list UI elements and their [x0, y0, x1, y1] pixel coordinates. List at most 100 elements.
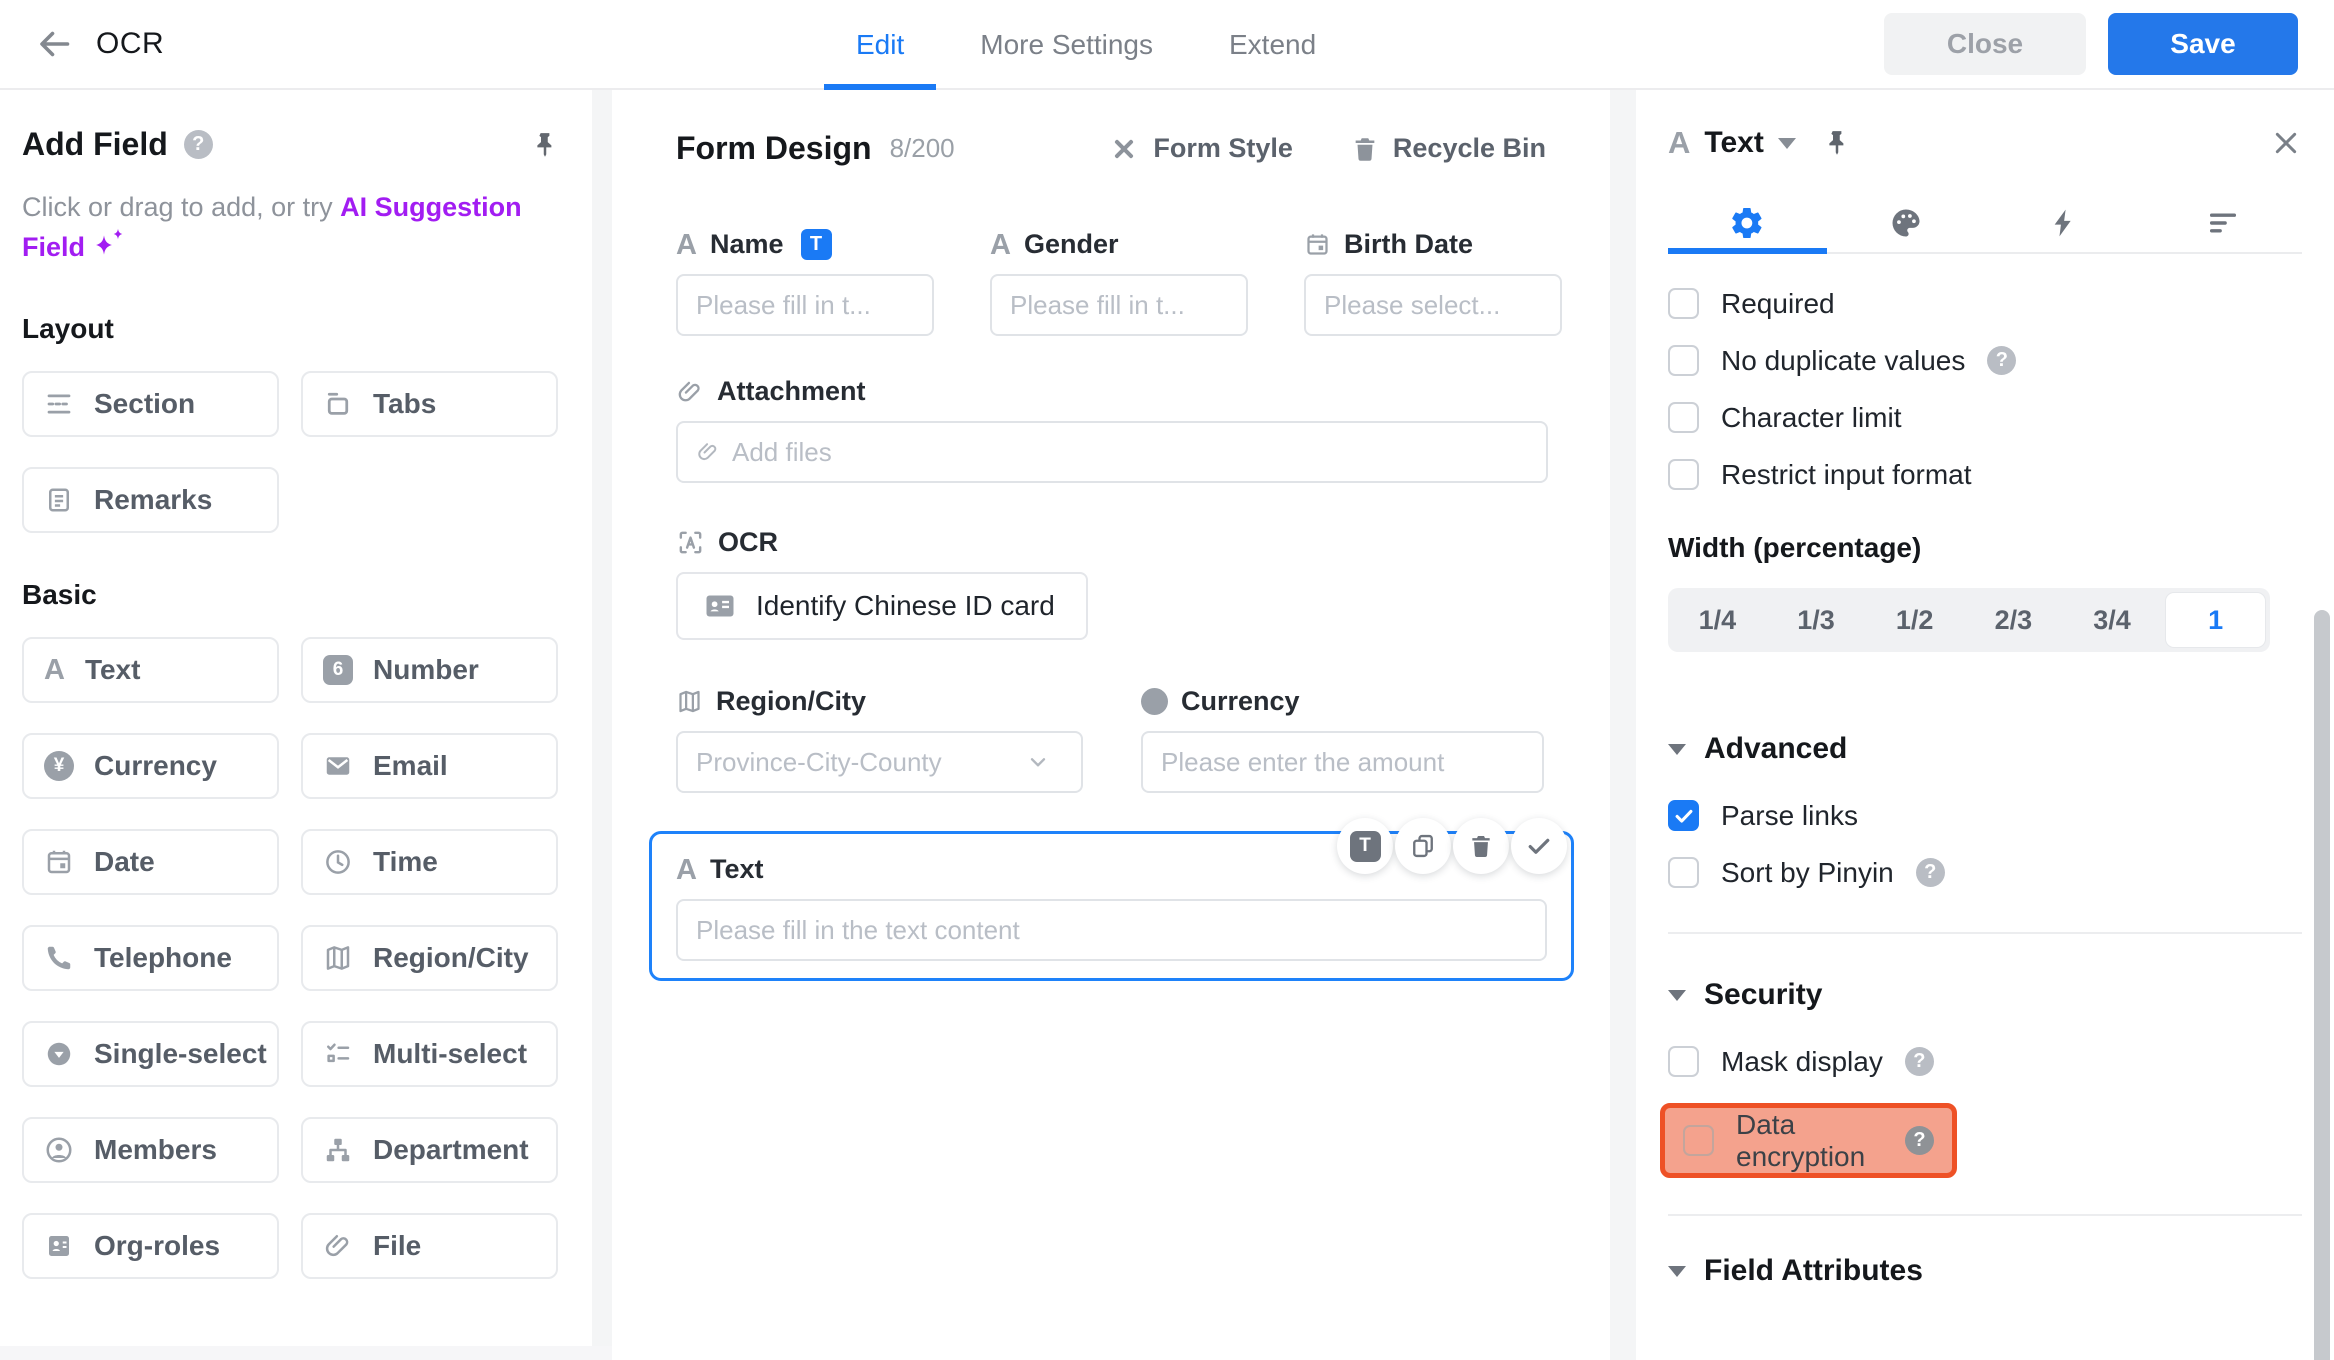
form-style-button[interactable]: Form Style — [1109, 133, 1293, 164]
tab-style-settings[interactable] — [1827, 194, 1986, 252]
chevron-down-icon[interactable] — [1777, 137, 1796, 149]
name-input[interactable]: Please fill in t... — [676, 274, 934, 336]
section-title-layout: Layout — [22, 313, 114, 344]
caret-down-icon — [1668, 743, 1686, 755]
tools-icon — [1109, 134, 1139, 164]
form-field-ocr[interactable]: OCR Identify Chinese ID card — [676, 527, 1546, 640]
field-type-file[interactable]: File — [301, 1213, 558, 1279]
currency-input[interactable]: Please enter the amount — [1141, 731, 1544, 793]
selected-text-field[interactable]: T A Text Please fill in the text content — [649, 818, 1574, 981]
required-checkbox[interactable] — [1668, 288, 1699, 319]
advanced-section-header[interactable]: Advanced — [1668, 732, 2302, 766]
tab-basic-settings[interactable] — [1668, 194, 1827, 254]
field-type-tabs[interactable]: Tabs — [301, 371, 558, 437]
highlight-annotation: Data encryption? — [1660, 1103, 1957, 1178]
palette-grid-basic: A Text 6 Number ¥ Currency Email Date Time Teleph… — [22, 637, 560, 1279]
width-option-1[interactable]: 1 — [2166, 593, 2266, 647]
tab-extend[interactable]: Extend — [1229, 0, 1316, 90]
single-icon — [44, 1039, 74, 1069]
form-design-canvas: Form Design 8/200 Form Style Recycle Bin… — [612, 90, 1610, 1360]
parse-links-checkbox[interactable] — [1668, 800, 1699, 831]
field-type-label: Section — [94, 388, 196, 419]
help-icon[interactable]: ? — [1915, 858, 1945, 887]
field-type-multi-select[interactable]: Multi-select — [301, 1021, 558, 1087]
birth-date-input[interactable]: Please select... — [1304, 274, 1562, 336]
region-select[interactable]: Province-City-County — [676, 731, 1083, 793]
data-encryption-checkbox[interactable] — [1683, 1125, 1714, 1156]
field-type-region-city[interactable]: Region/City — [301, 925, 558, 991]
tab-more-settings[interactable]: More Settings — [980, 0, 1153, 90]
delete-field-button[interactable] — [1453, 818, 1509, 874]
field-count: 8/200 — [889, 133, 955, 163]
sort-by-pinyin-checkbox[interactable] — [1668, 857, 1699, 888]
help-icon[interactable]: ? — [1987, 346, 2017, 375]
close-button[interactable]: Close — [1884, 13, 2086, 75]
tab-events-settings[interactable] — [1985, 194, 2144, 252]
text-input[interactable]: Please fill in the text content — [676, 899, 1547, 961]
field-type-email[interactable]: Email — [301, 733, 558, 799]
form-field-gender[interactable]: A Gender Please fill in t... — [990, 229, 1248, 336]
field-type-text[interactable]: A Text — [22, 637, 279, 703]
field-type-remarks[interactable]: Remarks — [22, 467, 279, 533]
text-icon: A — [44, 654, 65, 686]
field-type-single-select[interactable]: Single-select — [22, 1021, 279, 1087]
set-title-field-button[interactable]: T — [1337, 818, 1393, 874]
help-icon[interactable]: ? — [1905, 1126, 1934, 1155]
field-type-telephone[interactable]: Telephone — [22, 925, 279, 991]
add-files-input[interactable]: Add files — [676, 421, 1548, 483]
pin-icon[interactable] — [530, 130, 560, 160]
duplicate-field-button[interactable] — [1395, 818, 1451, 874]
scrollbar-thumb[interactable] — [2314, 610, 2330, 1360]
file-icon — [323, 1231, 353, 1261]
recycle-bin-button[interactable]: Recycle Bin — [1351, 133, 1546, 164]
form-field-birth-date[interactable]: Birth Date Please select... — [1304, 229, 1562, 336]
close-icon[interactable] — [2270, 127, 2302, 159]
mask-display-checkbox[interactable] — [1668, 1046, 1699, 1077]
field-type-date[interactable]: Date — [22, 829, 279, 895]
save-button[interactable]: Save — [2108, 13, 2298, 75]
field-type-currency[interactable]: ¥ Currency — [22, 733, 279, 799]
pin-icon[interactable] — [1822, 128, 1852, 158]
no-duplicate-values-checkbox[interactable] — [1668, 345, 1699, 376]
section-title-basic: Basic — [22, 579, 97, 610]
security-title: Security — [1704, 978, 1823, 1011]
field-type-time[interactable]: Time — [301, 829, 558, 895]
width-option-1-2[interactable]: 1/2 — [1865, 588, 1964, 652]
gender-input[interactable]: Please fill in t... — [990, 274, 1248, 336]
character-limit-checkbox[interactable] — [1668, 402, 1699, 433]
security-section-header[interactable]: Security — [1668, 978, 2302, 1012]
form-field-region[interactable]: Region/City Province-City-County — [676, 686, 1083, 793]
placeholder-text: Add files — [732, 436, 832, 467]
field-type-org-roles[interactable]: Org-roles — [22, 1213, 279, 1279]
field-type-label: Telephone — [94, 942, 232, 973]
field-type-label: Tabs — [373, 388, 437, 419]
field-type-department[interactable]: Department — [301, 1117, 558, 1183]
id-card-icon — [702, 588, 738, 624]
date-icon — [44, 847, 74, 877]
remarks-icon — [44, 485, 74, 515]
field-type-number[interactable]: 6 Number — [301, 637, 558, 703]
tab-layout-settings[interactable] — [2144, 194, 2303, 252]
confirm-button[interactable] — [1511, 818, 1567, 874]
field-type-section[interactable]: Section — [22, 371, 279, 437]
help-icon[interactable]: ? — [183, 130, 213, 159]
width-option-2-3[interactable]: 2/3 — [1964, 588, 2063, 652]
back-arrow-icon[interactable] — [36, 26, 72, 62]
security-options-list: Mask display? Data encryption? — [1660, 1045, 2302, 1178]
restrict-input-format-checkbox[interactable] — [1668, 459, 1699, 490]
field-attributes-section-header[interactable]: Field Attributes — [1668, 1254, 2302, 1288]
scroll-track — [0, 1346, 612, 1360]
mask-display-label: Mask display — [1721, 1045, 1883, 1077]
width-option-1-3[interactable]: 1/3 — [1767, 588, 1866, 652]
identify-id-card-button[interactable]: Identify Chinese ID card — [676, 572, 1088, 640]
field-type-members[interactable]: Members — [22, 1117, 279, 1183]
tab-edit[interactable]: Edit — [823, 0, 937, 90]
form-field-attachment[interactable]: Attachment Add files — [676, 376, 1548, 483]
form-field-name[interactable]: A Name T Please fill in t... — [676, 229, 934, 336]
width-option-1-4[interactable]: 1/4 — [1668, 588, 1767, 652]
help-icon[interactable]: ? — [1904, 1047, 1934, 1076]
settings-tab-strip — [1668, 194, 2302, 254]
form-field-currency[interactable]: ¥ Currency Please enter the amount — [1141, 686, 1544, 793]
section-icon — [44, 389, 74, 419]
width-option-3-4[interactable]: 3/4 — [2063, 588, 2162, 652]
